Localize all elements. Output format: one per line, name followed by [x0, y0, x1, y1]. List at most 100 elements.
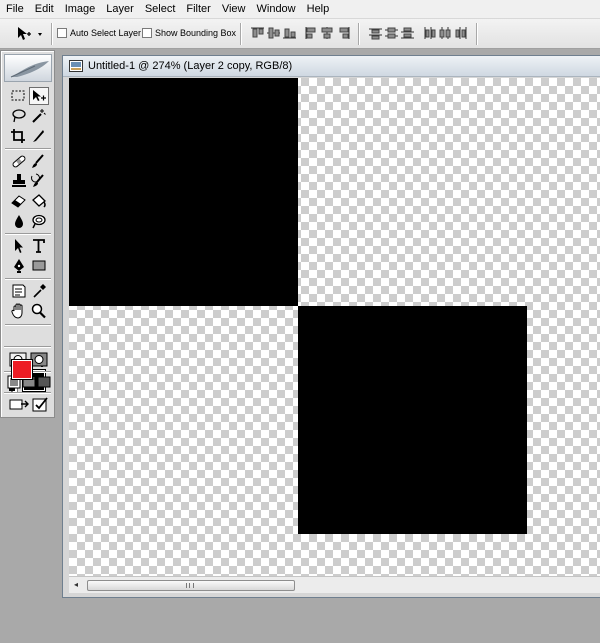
healing-brush-tool[interactable] — [9, 152, 29, 170]
lasso-icon — [12, 109, 26, 123]
options-separator — [358, 23, 360, 45]
tool-preset-picker[interactable] — [16, 25, 46, 43]
brush-tool[interactable] — [29, 152, 49, 170]
type-tool[interactable] — [29, 237, 49, 255]
blur-tool[interactable] — [9, 212, 29, 230]
distribute-vertical-centers-button[interactable] — [384, 26, 399, 40]
shape-tool[interactable] — [29, 257, 49, 275]
align-left-icon — [305, 27, 316, 39]
show-bounding-box-label: Show Bounding Box — [155, 28, 237, 38]
document-title-bar[interactable]: Untitled-1 @ 274% (Layer 2 copy, RGB/8) — [63, 56, 600, 77]
menu-image[interactable]: Image — [59, 0, 101, 19]
menu-window[interactable]: Window — [251, 0, 301, 19]
distribute-right-icon — [455, 27, 467, 39]
dodge-icon — [32, 214, 46, 229]
move-tool[interactable] — [29, 87, 49, 105]
align-right-icon — [339, 27, 350, 39]
move-icon — [33, 90, 46, 101]
toolbox-header-logo[interactable] — [4, 54, 52, 82]
path-selection-tool[interactable] — [9, 237, 29, 255]
foreground-color-swatch[interactable] — [11, 359, 33, 380]
screen-mode-full-icon — [37, 376, 51, 388]
align-top-edges-button[interactable] — [250, 26, 265, 40]
toolbox-divider — [4, 346, 51, 348]
menu-help[interactable]: Help — [301, 0, 335, 19]
lasso-tool[interactable] — [9, 107, 29, 125]
options-separator — [51, 23, 53, 45]
pen-tool[interactable] — [9, 257, 29, 275]
auto-select-layer-checkbox[interactable]: Auto Select Layer — [57, 28, 141, 38]
crop-tool[interactable] — [9, 127, 29, 145]
type-t-icon — [33, 239, 45, 253]
scroll-left-arrow-icon[interactable]: ◂ — [71, 580, 81, 590]
rectangular-marquee-icon — [11, 90, 25, 101]
black-square-top-left — [69, 78, 298, 306]
image-canvas[interactable] — [69, 78, 600, 576]
menu-edit[interactable]: Edit — [29, 0, 59, 19]
zoom-tool[interactable] — [29, 302, 49, 320]
move-tool-icon — [18, 27, 42, 40]
marquee-tool[interactable] — [9, 87, 29, 105]
distribute-bottom-button[interactable] — [400, 26, 415, 40]
magic-wand-tool[interactable] — [29, 107, 49, 125]
distribute-horizontal-centers-button[interactable] — [438, 26, 453, 40]
paint-bucket-tool[interactable] — [29, 192, 49, 210]
eyedropper-icon — [33, 284, 46, 298]
scrollbar-thumb[interactable] — [87, 580, 295, 591]
auto-select-layer-label: Auto Select Layer — [70, 28, 142, 38]
slice-tool[interactable] — [29, 127, 49, 145]
distribute-hcenter-icon — [439, 27, 451, 39]
auto-select-checkbox-box[interactable] — [57, 28, 67, 38]
align-hcenter-icon — [321, 27, 333, 39]
note-icon — [12, 284, 26, 298]
scrollbar-grip-icon — [186, 583, 194, 588]
menu-layer[interactable]: Layer — [100, 0, 139, 19]
menu-select[interactable]: Select — [139, 0, 181, 19]
hand-tool[interactable] — [9, 302, 29, 320]
bounding-box-checkbox-box[interactable] — [142, 28, 152, 38]
options-separator — [240, 23, 242, 45]
dodge-tool[interactable] — [29, 212, 49, 230]
magic-wand-icon — [32, 109, 46, 123]
align-right-edges-button[interactable] — [336, 26, 351, 40]
toolbox-divider — [5, 233, 51, 235]
document-icon — [69, 60, 83, 72]
menu-filter[interactable]: Filter — [180, 0, 215, 19]
paint-bucket-icon — [32, 194, 46, 208]
toolbox-divider — [5, 278, 51, 280]
jump-to-imageready-button[interactable] — [8, 396, 30, 413]
align-bottom-edges-button[interactable] — [282, 26, 297, 40]
stamp-icon — [12, 174, 26, 187]
imageready-icon — [9, 399, 29, 410]
full-screen-button[interactable] — [37, 375, 51, 389]
align-horizontal-centers-button[interactable] — [320, 26, 335, 40]
history-brush-icon — [31, 173, 44, 187]
eraser-tool[interactable] — [9, 192, 29, 210]
menu-view[interactable]: View — [216, 0, 251, 19]
black-square-bottom-right — [298, 306, 527, 534]
hand-icon — [11, 303, 23, 319]
brush-icon — [32, 154, 44, 168]
distribute-bottom-icon — [401, 27, 414, 39]
notes-tool[interactable] — [9, 282, 29, 300]
bandage-icon — [12, 155, 26, 168]
commit-check-button[interactable] — [32, 396, 48, 413]
clone-stamp-tool[interactable] — [9, 172, 29, 190]
crop-icon — [11, 129, 25, 143]
menu-file[interactable]: File — [0, 0, 29, 19]
horizontal-scrollbar[interactable]: ◂ — [69, 576, 600, 593]
align-left-edges-button[interactable] — [304, 26, 319, 40]
distribute-left-button[interactable] — [422, 26, 437, 40]
show-bounding-box-checkbox[interactable]: Show Bounding Box — [142, 28, 236, 38]
distribute-right-button[interactable] — [454, 26, 469, 40]
eyedropper-tool[interactable] — [29, 282, 49, 300]
history-brush-tool[interactable] — [29, 172, 49, 190]
water-drop-icon — [15, 215, 23, 228]
menu-bar: File Edit Image Layer Select Filter View… — [0, 0, 600, 19]
options-separator — [476, 23, 478, 45]
document-window: Untitled-1 @ 274% (Layer 2 copy, RGB/8) … — [62, 55, 600, 598]
distribute-top-button[interactable] — [368, 26, 383, 40]
toolbox-divider — [5, 324, 51, 326]
align-bottom-icon — [283, 28, 296, 39]
align-vertical-centers-button[interactable] — [266, 26, 281, 40]
